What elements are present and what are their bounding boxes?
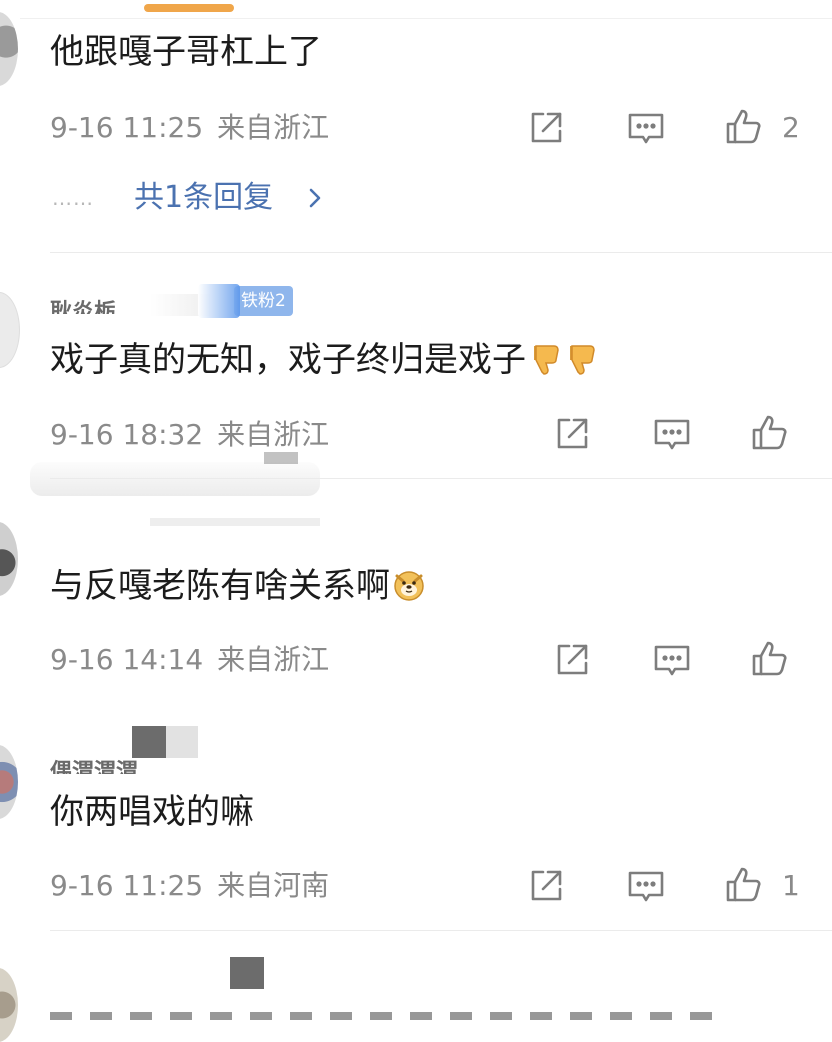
like-count: 1 bbox=[782, 869, 800, 902]
comment-text: 你两唱戏的嘛 bbox=[50, 792, 254, 832]
comment-location: 来自浙江 bbox=[217, 111, 330, 144]
redaction-blur bbox=[30, 462, 320, 496]
comment-meta: 9-16 11:25 来自浙江 bbox=[50, 111, 329, 145]
comment-date: 9-16 18:32 bbox=[50, 418, 204, 451]
active-tab-indicator bbox=[144, 4, 234, 12]
reply-summary-link[interactable]: 共1条回复 bbox=[134, 178, 273, 218]
comment-username[interactable]: 耿炎栃 bbox=[50, 298, 116, 314]
comment-divider bbox=[50, 930, 832, 931]
chevron-right-icon bbox=[309, 188, 321, 208]
redaction-blur bbox=[150, 518, 320, 526]
share-icon[interactable] bbox=[552, 640, 592, 680]
comment-date: 9-16 11:25 bbox=[50, 869, 204, 902]
avatar[interactable] bbox=[0, 968, 18, 1042]
comment-text: 戏子真的无知，戏子终归是戏子 bbox=[50, 340, 598, 380]
comment-text-body: 戏子真的无知，戏子终归是戏子 bbox=[50, 340, 526, 380]
redaction-block bbox=[230, 957, 264, 989]
redaction-block bbox=[132, 726, 166, 758]
comment-icon[interactable] bbox=[652, 414, 692, 454]
comment-icon[interactable] bbox=[626, 866, 666, 906]
comment-text: 他跟嘎子哥杠上了 bbox=[50, 32, 322, 72]
like-icon[interactable] bbox=[724, 106, 764, 146]
comment-text: 与反嘎老陈有啥关系啊 bbox=[50, 566, 426, 606]
comment-date: 9-16 14:14 bbox=[50, 643, 204, 676]
comment-date: 9-16 11:25 bbox=[50, 111, 204, 144]
truncated-comment-text bbox=[50, 1012, 730, 1020]
comment-divider bbox=[50, 252, 832, 253]
like-icon[interactable] bbox=[750, 638, 790, 678]
comment-location: 来自浙江 bbox=[217, 418, 330, 451]
like-icon[interactable] bbox=[724, 864, 764, 904]
avatar[interactable] bbox=[0, 292, 20, 368]
comment-icon[interactable] bbox=[652, 640, 692, 680]
avatar[interactable] bbox=[0, 522, 18, 596]
comment-icon[interactable] bbox=[626, 108, 666, 148]
redaction-block bbox=[166, 726, 198, 758]
fan-badge[interactable]: 铁粉2 bbox=[198, 284, 293, 318]
like-icon[interactable] bbox=[750, 412, 790, 452]
thumbs-down-emoji bbox=[534, 345, 559, 375]
avatar[interactable] bbox=[0, 745, 18, 819]
comment-username[interactable]: 偶渭渭渭 bbox=[50, 758, 138, 774]
reply-dots: …… bbox=[52, 186, 94, 210]
comment-meta: 9-16 14:14 来自浙江 bbox=[50, 643, 329, 677]
redaction-blur bbox=[264, 452, 298, 464]
share-icon[interactable] bbox=[552, 414, 592, 454]
thumbs-down-emoji bbox=[570, 345, 595, 375]
comment-location: 来自浙江 bbox=[217, 643, 330, 676]
comment-meta: 9-16 11:25 来自河南 bbox=[50, 869, 329, 903]
share-icon[interactable] bbox=[526, 866, 566, 906]
comment-divider bbox=[50, 478, 832, 479]
like-count: 2 bbox=[782, 111, 800, 144]
top-divider bbox=[20, 18, 832, 19]
comment-text-body: 与反嘎老陈有啥关系啊 bbox=[50, 566, 390, 606]
share-icon[interactable] bbox=[526, 108, 566, 148]
comment-meta: 9-16 18:32 来自浙江 bbox=[50, 418, 329, 452]
comment-location: 来自河南 bbox=[217, 869, 330, 902]
avatar[interactable] bbox=[0, 12, 18, 86]
doge-emoji bbox=[394, 571, 424, 601]
